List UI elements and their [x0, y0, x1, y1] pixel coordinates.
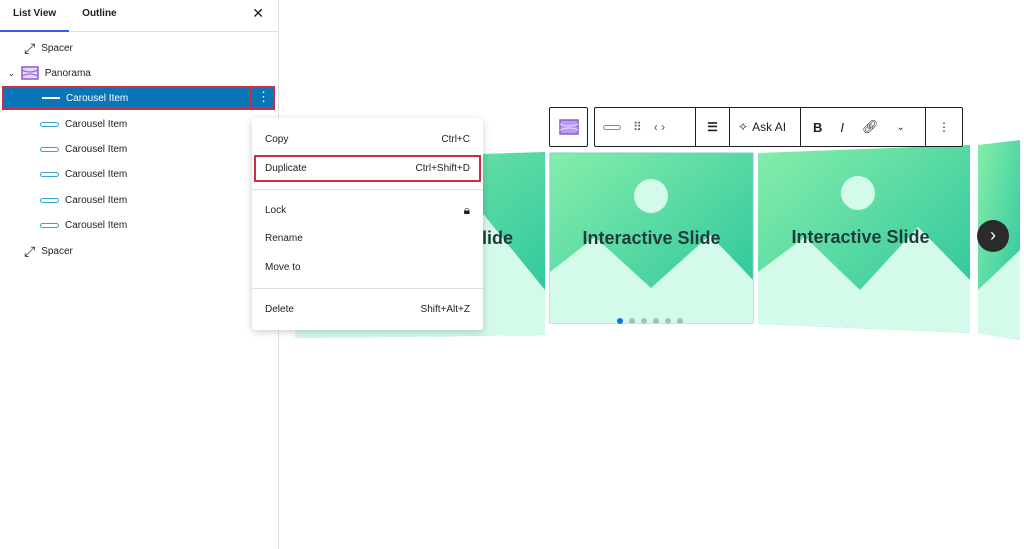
list-item-spacer[interactable]: ⤢ Spacer	[2, 239, 275, 263]
menu-item-lock[interactable]: Lock 🔒︎	[254, 197, 481, 224]
carousel-dots	[617, 318, 683, 324]
carousel-dot[interactable]	[617, 318, 623, 324]
more-vertical-icon: ⋮	[938, 120, 950, 134]
lock-icon: 🔒︎	[463, 203, 470, 217]
tab-outline[interactable]: Outline	[69, 0, 129, 31]
list-item-carousel-item[interactable]: Carousel Item	[2, 162, 275, 186]
align-button[interactable]: ☰	[696, 108, 730, 146]
list-item-panorama[interactable]: ⌄ Panorama	[2, 61, 275, 85]
toolbar-group-move: ⠿ ‹ ›	[595, 108, 696, 146]
block-options-menu: Copy Ctrl+C Duplicate Ctrl+Shift+D Lock 🔒︎ …	[252, 118, 483, 330]
list-item-carousel-item[interactable]: Carousel Item	[2, 112, 275, 136]
carousel-dot[interactable]	[677, 318, 683, 324]
carousel-item-icon	[40, 146, 59, 152]
toolbar-group-format: B I 🔗︎ ⌄	[801, 108, 926, 146]
block-toolbar: ⠿ ‹ › ☰ ✧ Ask AI B I 🔗︎ ⌄ ⋮	[594, 107, 963, 147]
carousel-dot[interactable]	[665, 318, 671, 324]
panorama-icon	[20, 66, 39, 80]
tab-list-view[interactable]: List View	[0, 0, 70, 32]
carousel-item-icon	[42, 97, 60, 99]
menu-item-rename[interactable]: Rename	[254, 225, 481, 252]
slide-title: Interactive Slide	[791, 227, 930, 247]
divider	[252, 288, 483, 289]
italic-button[interactable]: I	[840, 120, 844, 135]
slide-title: lide	[482, 228, 514, 248]
carousel-item-icon	[40, 197, 59, 203]
carousel-dot[interactable]	[653, 318, 659, 324]
carousel-dot[interactable]	[629, 318, 635, 324]
resize-icon: ⤢	[24, 39, 36, 56]
link-icon[interactable]: 🔗︎	[862, 119, 879, 135]
slide-title: Interactive Slide	[582, 228, 721, 248]
list-item-spacer[interactable]: ⤢ Spacer	[2, 36, 275, 60]
block-type-button[interactable]	[549, 107, 588, 147]
list-item-carousel-item[interactable]: Carousel Item	[2, 188, 275, 212]
carousel-item-icon	[40, 171, 59, 177]
carousel-item-icon	[40, 121, 59, 127]
close-icon[interactable]: ✕	[252, 5, 264, 22]
drag-handle-icon[interactable]: ⠿	[633, 120, 642, 134]
ask-ai-button[interactable]: ✧ Ask AI	[730, 108, 801, 146]
resize-icon: ⤢	[24, 242, 36, 259]
more-options-button[interactable]: ⋮	[926, 108, 962, 146]
list-item-carousel-item[interactable]: Carousel Item	[2, 213, 275, 237]
list-item-carousel-item[interactable]: Carousel Item	[2, 137, 275, 161]
menu-item-delete[interactable]: Delete Shift+Alt+Z	[254, 296, 481, 323]
carousel-dot[interactable]	[641, 318, 647, 324]
options-icon[interactable]: ⋮	[250, 86, 275, 110]
sparkle-icon: ✧	[738, 120, 749, 134]
carousel-item-icon	[40, 222, 59, 228]
panorama-icon	[558, 119, 579, 135]
carousel-item-icon[interactable]	[603, 124, 621, 130]
move-arrows-icon[interactable]: ‹ ›	[654, 120, 665, 134]
sidebar-tabs: List View Outline ✕	[0, 0, 278, 32]
chevron-down-icon[interactable]: ⌄	[8, 69, 15, 78]
menu-item-copy[interactable]: Copy Ctrl+C	[254, 126, 481, 153]
menu-item-duplicate[interactable]: Duplicate Ctrl+Shift+D	[254, 155, 481, 182]
next-slide-button[interactable]: ›	[977, 220, 1009, 252]
list-item-carousel-item[interactable]: Carousel Item ⋮	[2, 86, 275, 110]
bold-button[interactable]: B	[813, 120, 822, 135]
chevron-down-icon[interactable]: ⌄	[897, 122, 905, 133]
divider	[252, 189, 483, 190]
menu-item-move-to[interactable]: Move to	[254, 254, 481, 281]
list-view-sidebar: List View Outline ✕ ⤢ Spacer ⌄ Panorama Ca…	[0, 0, 279, 549]
align-icon: ☰	[707, 120, 718, 134]
